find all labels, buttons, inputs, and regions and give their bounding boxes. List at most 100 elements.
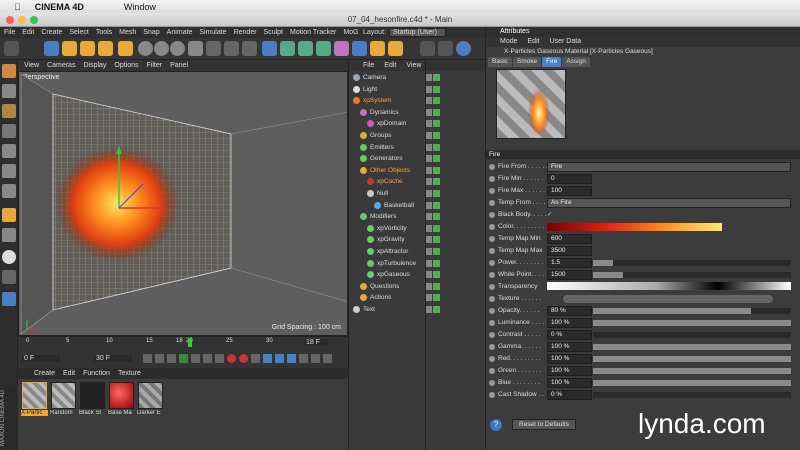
zoom-icon[interactable]	[30, 16, 38, 24]
end-frame-field[interactable]: 30 F	[94, 355, 132, 362]
object-row[interactable]: xpAttractor	[349, 246, 486, 258]
prev-frame-icon[interactable]	[167, 354, 176, 363]
camera-icon[interactable]	[370, 41, 385, 56]
transparency-gradient[interactable]	[547, 282, 791, 290]
visibility-toggles[interactable]	[425, 248, 443, 256]
menu-item-0[interactable]: File	[4, 29, 15, 36]
property-select[interactable]: Fire	[547, 162, 791, 172]
keyframe-icon[interactable]	[251, 354, 260, 363]
rotate-icon[interactable]	[98, 41, 113, 56]
object-row[interactable]: Generators	[349, 153, 486, 165]
editor-visibility-icon[interactable]	[425, 178, 432, 186]
visibility-toggles[interactable]	[425, 166, 443, 175]
object-row[interactable]: Emitters	[349, 142, 486, 154]
property-slider[interactable]	[593, 380, 791, 386]
menu-item-7[interactable]: Animate	[167, 29, 193, 36]
color-gradient[interactable]	[547, 223, 722, 231]
playhead[interactable]	[188, 338, 192, 347]
texture-mode-icon[interactable]	[2, 104, 16, 118]
property-slider[interactable]	[593, 344, 791, 350]
attr-menu-item-0[interactable]: Mode	[500, 37, 518, 47]
render-visibility-icon[interactable]	[433, 294, 440, 302]
tweak-icon[interactable]	[2, 270, 16, 284]
animate-radio-icon[interactable]	[489, 320, 495, 326]
property-slider[interactable]	[593, 260, 791, 266]
visibility-toggles[interactable]	[425, 224, 443, 233]
property-field[interactable]: 600	[547, 234, 592, 244]
property-slider[interactable]	[593, 320, 791, 326]
viewport-menu-item-0[interactable]: View	[24, 62, 39, 69]
viewport-menu-item-3[interactable]: Options	[114, 62, 138, 69]
snap-icon[interactable]	[2, 208, 16, 222]
menu-item-11[interactable]: Motion Tracker	[290, 29, 336, 36]
menu-item-10[interactable]: Sculpt	[264, 29, 283, 36]
move-icon[interactable]	[62, 41, 77, 56]
deformer-icon[interactable]	[334, 41, 349, 56]
texture-slot[interactable]	[563, 295, 773, 303]
timeline-menu-icon[interactable]	[323, 354, 332, 363]
render-settings-icon[interactable]	[242, 41, 257, 56]
render-visibility-icon[interactable]	[433, 282, 440, 290]
param-key-icon[interactable]	[299, 354, 308, 363]
viewport-menu-item-4[interactable]: Filter	[147, 62, 163, 69]
object-row[interactable]: Actions	[349, 292, 486, 304]
arrow-icon[interactable]	[456, 41, 471, 56]
object-row[interactable]: Text	[349, 304, 486, 316]
animate-radio-icon[interactable]	[489, 224, 495, 230]
tab-smoke[interactable]: Smoke	[512, 57, 542, 67]
autokey-icon[interactable]	[239, 354, 248, 363]
editor-visibility-icon[interactable]	[425, 190, 432, 197]
visibility-toggles[interactable]	[425, 74, 443, 82]
material-swatch[interactable]	[22, 382, 47, 409]
material-swatch[interactable]	[138, 382, 163, 409]
material-swatch[interactable]	[51, 382, 76, 409]
animate-radio-icon[interactable]	[489, 236, 495, 242]
animate-radio-icon[interactable]	[489, 344, 495, 350]
animate-radio-icon[interactable]	[489, 356, 495, 362]
spline-icon[interactable]	[280, 41, 295, 56]
visibility-toggles[interactable]	[425, 201, 443, 210]
reset-defaults-button[interactable]: Reset to Defaults	[512, 419, 576, 430]
editor-visibility-icon[interactable]	[425, 294, 432, 302]
coordinate-icon[interactable]	[188, 41, 203, 56]
go-start-icon[interactable]	[143, 354, 152, 363]
property-field[interactable]: 3500	[547, 246, 592, 256]
menu-item-3[interactable]: Select	[69, 29, 88, 36]
workplane-icon[interactable]	[2, 124, 16, 138]
menu-item-6[interactable]: Snap	[143, 29, 159, 36]
object-row[interactable]: Light	[349, 84, 486, 96]
animate-radio-icon[interactable]	[489, 380, 495, 386]
render-visibility-icon[interactable]	[433, 213, 440, 221]
x-axis-icon[interactable]	[138, 41, 153, 56]
object-row[interactable]: xpCache	[349, 176, 486, 188]
visibility-toggles[interactable]	[425, 282, 443, 291]
render-visibility-icon[interactable]	[433, 248, 440, 255]
scale-key-icon[interactable]	[275, 354, 284, 363]
editor-visibility-icon[interactable]	[425, 282, 432, 290]
editor-visibility-icon[interactable]	[425, 143, 432, 151]
animate-radio-icon[interactable]	[489, 176, 495, 182]
editor-visibility-icon[interactable]	[425, 120, 432, 128]
render-visibility-icon[interactable]	[433, 132, 440, 139]
layout-select[interactable]: Startup (User)	[388, 28, 446, 37]
render-visibility-icon[interactable]	[433, 97, 440, 105]
viewport-menu-item-2[interactable]: Display	[83, 62, 106, 69]
object-row[interactable]: xpGaseous	[349, 269, 486, 281]
editor-visibility-icon[interactable]	[425, 74, 432, 81]
visibility-toggles[interactable]	[425, 271, 443, 279]
xp-emitter-icon[interactable]	[438, 41, 453, 56]
animate-radio-icon[interactable]	[489, 200, 495, 206]
object-row[interactable]: Groups	[349, 130, 486, 142]
position-key-icon[interactable]	[263, 354, 272, 363]
editor-visibility-icon[interactable]	[425, 166, 432, 174]
render-visibility-icon[interactable]	[433, 155, 440, 163]
undo-icon[interactable]	[4, 41, 19, 56]
animate-radio-icon[interactable]	[489, 212, 495, 218]
visibility-toggles[interactable]	[425, 108, 443, 117]
close-icon[interactable]	[6, 16, 14, 24]
visibility-toggles[interactable]	[425, 97, 443, 105]
editor-visibility-icon[interactable]	[425, 248, 432, 255]
axis-icon[interactable]	[2, 228, 16, 242]
perspective-viewport[interactable]: Perspective Grid Spacing : 100 cm	[18, 71, 348, 336]
app-name[interactable]: CINEMA 4D	[35, 2, 84, 12]
